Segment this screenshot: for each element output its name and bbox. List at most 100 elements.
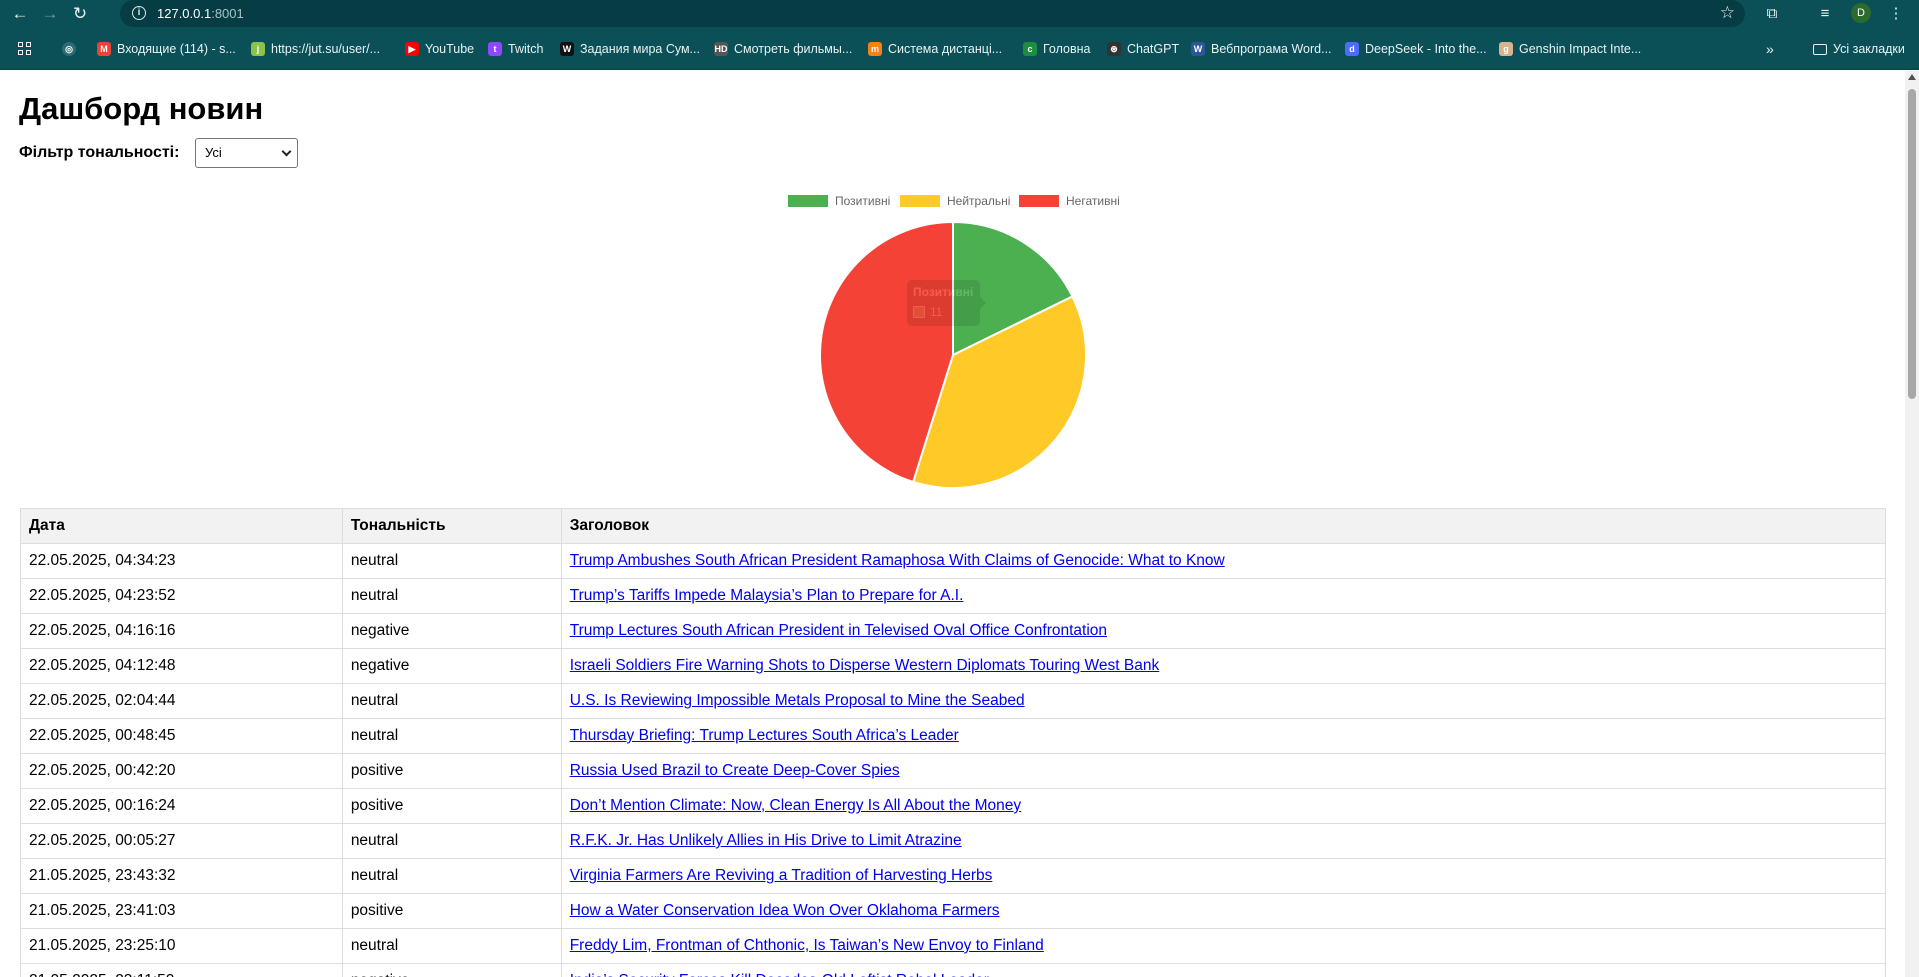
forward-icon[interactable]: → [38, 2, 62, 26]
sentiment-cell: positive [341, 788, 562, 824]
sentiment-cell: neutral [341, 718, 562, 754]
gmail-icon: M [97, 42, 111, 56]
headline-link[interactable]: How a Water Conservation Idea Won Over O… [570, 902, 1000, 919]
bookmark-item[interactable]: t Twitch [488, 40, 543, 58]
more-bookmarks-chevron-icon[interactable]: » [1766, 40, 1774, 58]
date-cell: 22.05.2025, 00:16:24 [20, 788, 343, 824]
bookmark-item[interactable]: c Головна [1023, 40, 1091, 58]
headline-cell: Trump Ambushes South African President R… [560, 543, 1887, 579]
bookmark-item[interactable]: M Входящие (114) - s... [97, 40, 236, 58]
legend-item[interactable]: Нейтральні [900, 194, 1010, 208]
headline-cell: R.F.K. Jr. Has Unlikely Allies in His Dr… [560, 823, 1887, 859]
address-bar[interactable]: i 127.0.0.1:8001 ☆ [120, 0, 1745, 27]
headline-cell: How a Water Conservation Idea Won Over O… [560, 893, 1887, 929]
extensions-icon[interactable]: ⧉ [1760, 2, 1784, 26]
headline-link[interactable]: Don’t Mention Climate: Now, Clean Energy… [570, 797, 1021, 814]
headline-link[interactable]: India’s Security Forces Kill Decades-Old… [570, 972, 989, 977]
sentiment-cell: neutral [341, 823, 562, 859]
url-host: 127.0.0.1 [157, 6, 212, 21]
folder-icon [1813, 43, 1827, 55]
headline-link[interactable]: Trump’s Tariffs Impede Malaysia’s Plan t… [570, 587, 964, 604]
date-cell: 22.05.2025, 00:42:20 [20, 753, 343, 789]
table-row: 22.05.2025, 04:34:23 neutral Trump Ambushe… [20, 543, 1887, 579]
bookmark-label: https://jut.su/user/... [271, 42, 381, 56]
site-info-icon[interactable]: i [132, 6, 146, 20]
back-icon[interactable]: ← [8, 2, 32, 26]
bookmark-item[interactable]: m Система дистанці... [868, 40, 1002, 58]
hd-icon: HD [714, 42, 728, 56]
column-header-headline: Заголовок [560, 508, 1887, 544]
legend-label: Позитивні [835, 194, 891, 208]
date-cell: 21.05.2025, 23:43:32 [20, 858, 343, 894]
table-row: 22.05.2025, 04:23:52 neutral Trump’s Tarif… [20, 578, 1887, 614]
bookmark-item[interactable]: HD Смотреть фильмы... [714, 40, 852, 58]
sentiment-cell: neutral [341, 683, 562, 719]
headline-link[interactable]: Thursday Briefing: Trump Lectures South … [570, 727, 959, 744]
sentiment-cell: negative [341, 648, 562, 684]
sentiment-pie-chart[interactable] [818, 220, 1088, 490]
column-header-sentiment: Тональність [341, 508, 562, 544]
bookmark-item[interactable]: d DeepSeek - Into the... [1345, 40, 1487, 58]
bookmark-label: Задания мира Сум... [580, 42, 700, 56]
filter-selected-value: Усі [205, 145, 222, 160]
date-cell: 22.05.2025, 04:16:16 [20, 613, 343, 649]
chart-tooltip: Позитивні 11 [907, 280, 986, 326]
menu-kebab-icon[interactable]: ⋮ [1884, 2, 1908, 26]
legend-item[interactable]: Позитивні [788, 194, 890, 208]
table-row: 21.05.2025, 23:41:03 positive How a Water … [20, 893, 1887, 929]
word-icon: W [1191, 42, 1205, 56]
page-scrollbar[interactable] [1905, 71, 1919, 977]
scroll-up-arrow-icon[interactable] [1908, 74, 1916, 80]
headline-link[interactable]: Russia Used Brazil to Create Deep-Cover … [570, 762, 900, 779]
bookmark-star-icon[interactable]: ☆ [1720, 3, 1735, 23]
youtube-icon: ▶ [405, 42, 419, 56]
deepseek-icon: d [1345, 42, 1359, 56]
tooltip-swatch [913, 306, 925, 318]
bookmark-label: Вебпрограма Word... [1211, 42, 1332, 56]
date-cell: 22.05.2025, 02:04:44 [20, 683, 343, 719]
table-row: 22.05.2025, 00:42:20 positive Russia Used … [20, 753, 1887, 789]
legend-item[interactable]: Негативні [1019, 194, 1120, 208]
apps-grid-icon[interactable] [18, 42, 32, 56]
tooltip-label: Позитивні [913, 285, 974, 299]
scrollbar-thumb[interactable] [1908, 89, 1916, 399]
headline-cell: Don’t Mention Climate: Now, Clean Energy… [560, 788, 1887, 824]
globe-icon[interactable]: ◎ [62, 40, 82, 58]
headline-link[interactable]: Virginia Farmers Are Reviving a Traditio… [570, 867, 993, 884]
headline-cell: Thursday Briefing: Trump Lectures South … [560, 718, 1887, 754]
bookmark-item[interactable]: ⊛ ChatGPT [1107, 40, 1179, 58]
bookmark-label: Входящие (114) - s... [117, 42, 236, 56]
sentiment-cell: positive [341, 893, 562, 929]
table-row: 22.05.2025, 00:48:45 neutral Thursday Brie… [20, 718, 1887, 754]
sentiment-cell: positive [341, 753, 562, 789]
headline-link[interactable]: U.S. Is Reviewing Impossible Metals Prop… [570, 692, 1025, 709]
date-cell: 21.05.2025, 23:25:10 [20, 928, 343, 964]
profile-avatar[interactable]: D [1851, 3, 1871, 23]
reload-icon[interactable]: ↻ [68, 2, 92, 26]
table-row: 22.05.2025, 02:04:44 neutral U.S. Is Revie… [20, 683, 1887, 719]
sentiment-cell: neutral [341, 543, 562, 579]
bookmark-item[interactable]: ▶ YouTube [405, 40, 474, 58]
headline-link[interactable]: Freddy Lim, Frontman of Chthonic, Is Tai… [570, 937, 1044, 954]
bookmarks-bar: ◎ M Входящие (114) - s... j https://jut.su/… [0, 28, 1919, 70]
bookmark-item[interactable]: W Вебпрограма Word... [1191, 40, 1332, 58]
bookmark-item[interactable]: j https://jut.su/user/... [251, 40, 380, 58]
sentiment-filter-select[interactable]: Усі [195, 138, 298, 168]
page-content: Дашборд новин Фільтр тональності: Усі По… [0, 71, 1919, 977]
bookmark-item[interactable]: g Genshin Impact Inte... [1499, 40, 1641, 58]
headline-link[interactable]: Israeli Soldiers Fire Warning Shots to D… [570, 657, 1160, 674]
table-row: 22.05.2025, 04:16:16 negative Trump Lectur… [20, 613, 1887, 649]
table-row: 21.05.2025, 23:11:50negative India’s Secu… [20, 963, 1887, 977]
all-bookmarks-folder[interactable]: Усі закладки [1813, 40, 1905, 58]
headline-link[interactable]: Trump Ambushes South African President R… [570, 552, 1225, 569]
legend-swatch [900, 195, 940, 207]
bookmark-item[interactable]: W Задания мира Сум... [560, 40, 700, 58]
headline-link[interactable]: Trump Lectures South African President i… [570, 622, 1107, 639]
bookmark-label: Genshin Impact Inte... [1519, 42, 1642, 56]
filter-label: Фільтр тональності: [19, 144, 180, 161]
sentiment-cell: neutral [341, 578, 562, 614]
url-text[interactable]: 127.0.0.1:8001 [157, 6, 244, 21]
headline-link[interactable]: R.F.K. Jr. Has Unlikely Allies in His Dr… [570, 832, 962, 849]
reading-list-icon[interactable]: ≡ [1813, 2, 1837, 26]
date-cell: 22.05.2025, 00:48:45 [20, 718, 343, 754]
